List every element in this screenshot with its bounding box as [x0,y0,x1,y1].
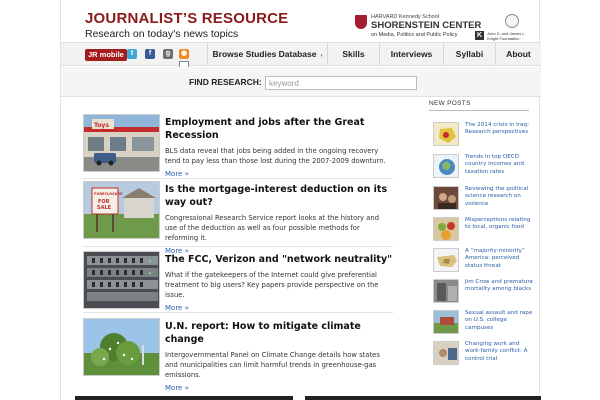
article-description: Intergovernmental Panel on Climate Chang… [165,351,380,379]
google-plus-icon[interactable]: g [163,49,173,59]
rss-icon[interactable]: ◉ [179,49,189,59]
post-link[interactable]: The 2014 crisis in Iraq: Research perspe… [465,122,533,137]
new-post-item[interactable]: Sexual assault and rape on U.S. college … [429,310,541,340]
nav-interviews[interactable]: Interviews [379,43,443,65]
new-post-item[interactable]: Misperceptions relating to local, organi… [429,217,541,247]
divider [83,246,393,247]
new-post-item[interactable]: Trends in top OECD country incomes and t… [429,154,541,184]
svg-text:SALE: SALE [97,205,112,211]
new-post-item[interactable]: Jim Crow and premature mortality among b… [429,279,541,309]
page-container: JOURNALIST’S RESOURCE Research on today’… [60,0,541,400]
shorenstein-sub-label: on Media, Politics and Public Policy [371,32,458,38]
site-title[interactable]: JOURNALIST’S RESOURCE [85,10,288,27]
article-more-link[interactable]: More » [165,304,393,312]
main-navbar: JR mobile t f g ◉ Browse Studies Databas… [61,42,541,68]
nav-browse-studies-label: Browse Studies Database [212,49,317,59]
article-description: What if the gatekeepers of the Internet … [165,271,379,299]
post-thumbnail[interactable] [433,154,459,178]
article-title[interactable]: U.N. report: How to mitigate climate cha… [165,320,393,346]
divider [83,178,393,179]
article-description: Congressional Research Service report lo… [165,214,380,242]
new-post-item[interactable]: Reviewing the political science research… [429,186,541,216]
post-thumbnail[interactable] [433,186,459,210]
nav-skills[interactable]: Skills [327,43,379,65]
partner-logos[interactable]: HARVARD Kennedy School SHORENSTEIN CENTE… [355,14,537,42]
article-thumbnail[interactable] [83,318,160,376]
twitter-icon[interactable]: t [127,49,137,59]
search-input[interactable] [265,76,417,90]
post-link[interactable]: Sexual assault and rape on U.S. college … [465,310,533,332]
harvard-shield-icon [355,15,367,29]
article-description: BLS data reveal that jobs being added in… [165,147,386,165]
shorenstein-label[interactable]: SHORENSTEIN CENTER [371,20,481,31]
post-thumbnail[interactable] [433,310,459,334]
new-post-item[interactable]: The 2014 crisis in Iraq: Research perspe… [429,122,541,152]
nav-syllabi[interactable]: Syllabi [443,43,495,65]
post-link[interactable]: Jim Crow and premature mortality among b… [465,279,533,294]
nav-menu: Browse Studies Database › Skills Intervie… [207,43,541,67]
new-posts-sidebar: NEW POSTS The 2014 crisis in Iraq: Resea… [429,100,541,365]
site-brand[interactable]: JOURNALIST’S RESOURCE Research on today’… [85,10,288,40]
university-seal-icon [505,14,519,28]
article-title[interactable]: Is the mortgage-interest deduction on it… [165,183,393,209]
new-post-item[interactable]: Changing work and work-family conflict: … [429,341,541,371]
article-body: The FCC, Verizon and "network neutrality… [165,253,393,312]
post-thumbnail[interactable] [433,279,459,303]
new-posts-heading: NEW POSTS [429,100,529,111]
footer-bar [305,396,541,400]
article-title[interactable]: The FCC, Verizon and "network neutrality… [165,253,393,266]
post-thumbnail[interactable] [433,341,459,365]
article-thumbnail[interactable]: Toys [83,114,160,172]
find-research-label: FIND RESEARCH: [189,77,262,87]
jr-mobile-button[interactable]: JR mobile [85,49,127,61]
knight-foundation-icon: K [475,31,484,40]
post-thumbnail[interactable] [433,248,459,272]
article-more-link[interactable]: More » [165,384,393,392]
post-thumbnail[interactable] [433,217,459,241]
article-body: U.N. report: How to mitigate climate cha… [165,320,393,392]
article-more-link[interactable]: More » [165,170,393,178]
post-thumbnail[interactable] [433,122,459,146]
post-link[interactable]: Reviewing the political science research… [465,186,533,208]
svg-text:Toys: Toys [94,122,109,129]
footer-bar [75,396,293,400]
divider [83,312,393,313]
article-thumbnail[interactable] [83,251,160,309]
svg-text:FORECLOSURE: FORECLOSURE [94,192,123,196]
chevron-right-icon: › [320,53,323,59]
search-bar: FIND RESEARCH: [61,67,541,97]
nav-about[interactable]: About [495,43,541,65]
site-tagline: Research on today’s news topics [85,28,239,40]
post-link[interactable]: Misperceptions relating to local, organi… [465,217,533,232]
article-title[interactable]: Employment and jobs after the Great Rece… [165,116,393,142]
new-post-item[interactable]: A “majority-minority” America: perceived… [429,248,541,278]
article-body: Employment and jobs after the Great Rece… [165,116,393,178]
post-link[interactable]: Changing work and work-family conflict: … [465,341,533,363]
article-thumbnail[interactable]: FORECLOSURE FOR SALE [83,181,160,239]
facebook-icon[interactable]: f [145,49,155,59]
post-link[interactable]: Trends in top OECD country incomes and t… [465,154,533,176]
knight-foundation-label: John S. and James L. Knight Foundation [487,31,526,41]
article-body: Is the mortgage-interest deduction on it… [165,183,393,255]
post-link[interactable]: A “majority-minority” America: perceived… [465,248,533,270]
nav-browse-studies[interactable]: Browse Studies Database › [207,43,327,65]
